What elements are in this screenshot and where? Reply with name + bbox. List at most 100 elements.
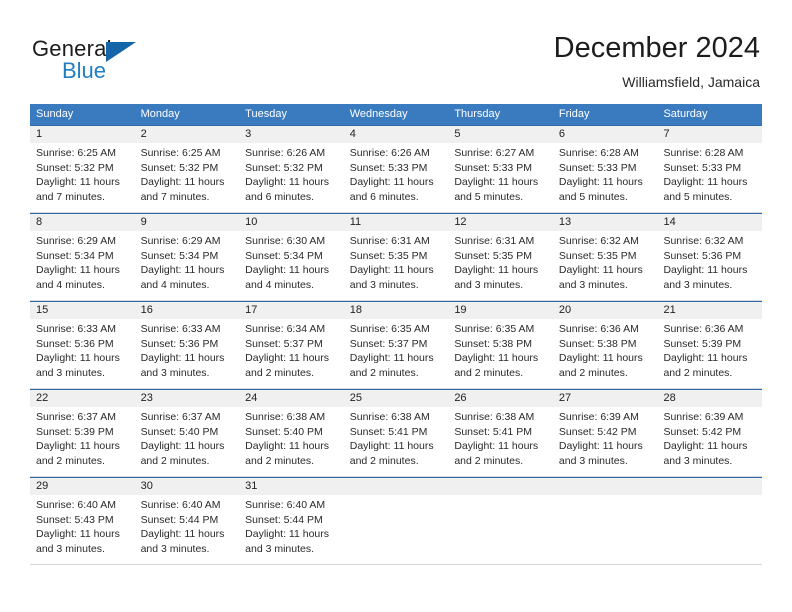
- weekday-sunday: Sunday: [36, 108, 74, 120]
- daylight-text-line2: and 2 minutes.: [36, 454, 105, 467]
- day-number[interactable]: 28: [657, 390, 762, 407]
- daylight-text-line2: and 2 minutes.: [349, 454, 419, 467]
- day-number[interactable]: 11: [344, 214, 449, 231]
- day-cell[interactable]: Sunrise: 6:28 AM Sunset: 5:33 PM Dayligh…: [553, 143, 658, 212]
- day-cell[interactable]: Sunrise: 6:35 AM Sunset: 5:37 PM Dayligh…: [344, 319, 449, 388]
- sunset-text: Sunset: 5:32 PM: [36, 161, 114, 174]
- day-cell[interactable]: Sunrise: 6:25 AM Sunset: 5:32 PM Dayligh…: [135, 143, 240, 212]
- day-number[interactable]: 22: [30, 390, 135, 407]
- day-number[interactable]: 16: [135, 302, 240, 319]
- day-number[interactable]: 26: [448, 390, 553, 407]
- week-row: 15 16 17 18 19 20 21 Sunrise: 6:33 AM Su…: [30, 301, 762, 389]
- day-cell[interactable]: Sunrise: 6:33 AM Sunset: 5:36 PM Dayligh…: [30, 319, 135, 388]
- day-number[interactable]: 4: [344, 126, 449, 143]
- day-cell[interactable]: Sunrise: 6:40 AM Sunset: 5:43 PM Dayligh…: [30, 495, 135, 564]
- week-daynumber-strip: 15 16 17 18 19 20 21: [30, 302, 762, 319]
- day-number[interactable]: 12: [448, 214, 553, 231]
- day-number[interactable]: 14: [657, 214, 762, 231]
- sunset-text: Sunset: 5:36 PM: [140, 337, 219, 350]
- day-number[interactable]: 1: [30, 126, 135, 143]
- day-number[interactable]: 8: [30, 214, 135, 231]
- day-cell[interactable]: Sunrise: 6:38 AM Sunset: 5:40 PM Dayligh…: [239, 407, 344, 476]
- day-number[interactable]: 5: [448, 126, 553, 143]
- sunrise-text: Sunrise: 6:36 AM: [663, 323, 744, 335]
- day-number[interactable]: 29: [30, 478, 135, 495]
- week-row: 8 9 10 11 12 13 14 Sunrise: 6:29 AM Suns…: [30, 213, 762, 301]
- day-cell[interactable]: Sunrise: 6:31 AM Sunset: 5:35 PM Dayligh…: [448, 231, 553, 300]
- day-number[interactable]: 3: [239, 126, 344, 143]
- day-number[interactable]: 30: [135, 478, 240, 495]
- daylight-text-line2: and 3 minutes.: [663, 278, 733, 291]
- sunset-text: Sunset: 5:32 PM: [140, 161, 219, 174]
- day-cell[interactable]: Sunrise: 6:36 AM Sunset: 5:38 PM Dayligh…: [553, 319, 658, 388]
- day-number[interactable]: 27: [553, 390, 658, 407]
- daylight-text-line1: Daylight: 11 hours: [140, 352, 225, 364]
- sunset-text: Sunset: 5:36 PM: [663, 249, 742, 262]
- day-cell[interactable]: Sunrise: 6:40 AM Sunset: 5:44 PM Dayligh…: [239, 495, 344, 564]
- sunset-text: Sunset: 5:44 PM: [140, 513, 219, 526]
- day-number[interactable]: 21: [657, 302, 762, 319]
- day-number[interactable]: 24: [239, 390, 344, 407]
- week-row: 22 23 24 25 26 27 28 Sunrise: 6:37 AM Su…: [30, 389, 762, 477]
- sunset-text: Sunset: 5:35 PM: [349, 249, 428, 262]
- weekday-thursday: Thursday: [454, 108, 501, 120]
- day-cell[interactable]: Sunrise: 6:38 AM Sunset: 5:41 PM Dayligh…: [448, 407, 553, 476]
- daylight-text-line1: Daylight: 11 hours: [349, 264, 434, 276]
- day-cell[interactable]: Sunrise: 6:38 AM Sunset: 5:41 PM Dayligh…: [344, 407, 449, 476]
- day-cell[interactable]: Sunrise: 6:30 AM Sunset: 5:34 PM Dayligh…: [239, 231, 344, 300]
- day-cell[interactable]: Sunrise: 6:37 AM Sunset: 5:39 PM Dayligh…: [30, 407, 135, 476]
- day-cell[interactable]: Sunrise: 6:26 AM Sunset: 5:32 PM Dayligh…: [239, 143, 344, 212]
- day-number[interactable]: 7: [657, 126, 762, 143]
- day-number[interactable]: 2: [135, 126, 240, 143]
- daylight-text-line1: Daylight: 11 hours: [245, 528, 330, 540]
- day-cell[interactable]: Sunrise: 6:27 AM Sunset: 5:33 PM Dayligh…: [448, 143, 553, 212]
- daylight-text-line2: and 2 minutes.: [558, 366, 628, 379]
- daylight-text-line2: and 3 minutes.: [140, 366, 210, 379]
- daylight-text-line2: and 2 minutes.: [245, 366, 315, 379]
- week-daynumber-strip: 29 30 31: [30, 478, 762, 495]
- daylight-text-line2: and 3 minutes.: [558, 454, 628, 467]
- page-header: General Blue December 2024 Williamsfield…: [0, 0, 792, 100]
- sunset-text: Sunset: 5:39 PM: [663, 337, 742, 350]
- day-cell[interactable]: Sunrise: 6:40 AM Sunset: 5:44 PM Dayligh…: [135, 495, 240, 564]
- daylight-text-line2: and 2 minutes.: [663, 366, 733, 379]
- day-number[interactable]: 19: [448, 302, 553, 319]
- day-number[interactable]: 18: [344, 302, 449, 319]
- brand-logo[interactable]: General Blue: [32, 36, 252, 92]
- day-number[interactable]: 23: [135, 390, 240, 407]
- day-cell[interactable]: Sunrise: 6:37 AM Sunset: 5:40 PM Dayligh…: [135, 407, 240, 476]
- day-cell[interactable]: Sunrise: 6:26 AM Sunset: 5:33 PM Dayligh…: [344, 143, 449, 212]
- day-number[interactable]: 17: [239, 302, 344, 319]
- day-number[interactable]: 6: [553, 126, 658, 143]
- day-cell[interactable]: Sunrise: 6:34 AM Sunset: 5:37 PM Dayligh…: [239, 319, 344, 388]
- sunset-text: Sunset: 5:34 PM: [140, 249, 219, 262]
- week-daynumber-strip: 22 23 24 25 26 27 28: [30, 390, 762, 407]
- day-cell[interactable]: Sunrise: 6:39 AM Sunset: 5:42 PM Dayligh…: [657, 407, 762, 476]
- day-cell[interactable]: Sunrise: 6:39 AM Sunset: 5:42 PM Dayligh…: [553, 407, 658, 476]
- daylight-text-line1: Daylight: 11 hours: [558, 176, 643, 188]
- day-number[interactable]: 9: [135, 214, 240, 231]
- day-cell[interactable]: Sunrise: 6:25 AM Sunset: 5:32 PM Dayligh…: [30, 143, 135, 212]
- day-cell[interactable]: Sunrise: 6:35 AM Sunset: 5:38 PM Dayligh…: [448, 319, 553, 388]
- day-cell[interactable]: Sunrise: 6:31 AM Sunset: 5:35 PM Dayligh…: [344, 231, 449, 300]
- sunrise-text: Sunrise: 6:25 AM: [36, 147, 116, 159]
- day-number[interactable]: 13: [553, 214, 658, 231]
- sunrise-text: Sunrise: 6:38 AM: [349, 411, 430, 423]
- daylight-text-line1: Daylight: 11 hours: [663, 264, 748, 276]
- day-number[interactable]: 15: [30, 302, 135, 319]
- sunset-text: Sunset: 5:33 PM: [454, 161, 532, 174]
- daylight-text-line2: and 4 minutes.: [36, 278, 105, 291]
- day-number[interactable]: 10: [239, 214, 344, 231]
- week-detail-strip: Sunrise: 6:29 AM Sunset: 5:34 PM Dayligh…: [30, 231, 762, 300]
- day-cell[interactable]: Sunrise: 6:32 AM Sunset: 5:36 PM Dayligh…: [657, 231, 762, 300]
- day-number[interactable]: 20: [553, 302, 658, 319]
- day-cell[interactable]: Sunrise: 6:33 AM Sunset: 5:36 PM Dayligh…: [135, 319, 240, 388]
- day-cell[interactable]: Sunrise: 6:32 AM Sunset: 5:35 PM Dayligh…: [553, 231, 658, 300]
- day-cell[interactable]: Sunrise: 6:29 AM Sunset: 5:34 PM Dayligh…: [30, 231, 135, 300]
- sunrise-text: Sunrise: 6:31 AM: [349, 235, 430, 247]
- day-number[interactable]: 25: [344, 390, 449, 407]
- day-number[interactable]: 31: [239, 478, 344, 495]
- day-cell[interactable]: Sunrise: 6:36 AM Sunset: 5:39 PM Dayligh…: [657, 319, 762, 388]
- day-cell[interactable]: Sunrise: 6:29 AM Sunset: 5:34 PM Dayligh…: [135, 231, 240, 300]
- day-cell[interactable]: Sunrise: 6:28 AM Sunset: 5:33 PM Dayligh…: [657, 143, 762, 212]
